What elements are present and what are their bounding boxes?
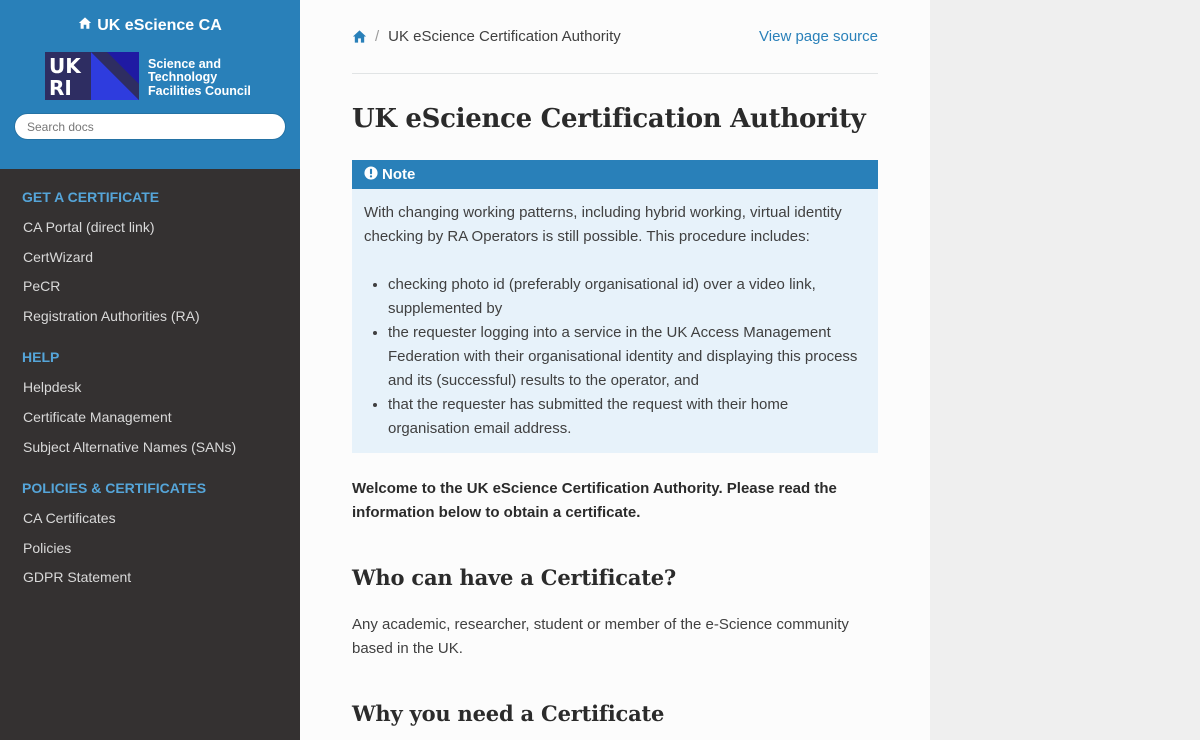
main-content: / UK eScience Certification Authority Vi…	[300, 0, 930, 740]
page-title: UK eScience Certification Authority	[352, 104, 866, 134]
logo-mark-ri: RI	[49, 76, 72, 100]
note-title: Note	[382, 166, 416, 183]
sidebar-item-ca-certificates[interactable]: CA Certificates	[0, 504, 300, 534]
site-title-link[interactable]: UK eScience CA	[78, 16, 222, 35]
intro-paragraph: Welcome to the UK eScience Certification…	[352, 480, 837, 521]
sidebar: UK eScience CA UK RI Science and Technol…	[0, 0, 300, 740]
ukri-stfc-logo[interactable]: UK RI Science and Technology Facilities …	[0, 50, 300, 100]
exclamation-circle-icon	[364, 165, 378, 184]
view-page-source-link[interactable]: View page source	[759, 28, 878, 45]
sidebar-navigation: GET A CERTIFICATE CA Portal (direct link…	[0, 169, 300, 593]
note-header: Note	[352, 160, 878, 189]
nav-group-policies: POLICIES & CERTIFICATES CA Certificates …	[0, 478, 300, 593]
home-icon	[78, 16, 92, 35]
site-title: UK eScience CA	[97, 16, 222, 34]
section-heading-who-can-have: Who can have a Certificate?	[352, 565, 676, 590]
sidebar-item-policies[interactable]: Policies	[0, 534, 300, 564]
search-input[interactable]	[14, 113, 286, 140]
sidebar-item-gdpr-statement[interactable]: GDPR Statement	[0, 563, 300, 593]
list-item: that the requester has submitted the req…	[388, 393, 866, 441]
sidebar-item-ca-portal[interactable]: CA Portal (direct link)	[0, 213, 300, 243]
section-heading-why-you-need: Why you need a Certificate	[352, 701, 665, 726]
list-item: checking photo id (preferably organisati…	[388, 273, 866, 321]
note-admonition: Note With changing working patterns, inc…	[352, 160, 878, 453]
home-icon[interactable]	[352, 29, 367, 44]
breadcrumb-separator: /	[375, 27, 380, 45]
note-text: With changing working patterns, includin…	[364, 204, 842, 245]
nav-group-get-certificate: GET A CERTIFICATE CA Portal (direct link…	[0, 187, 300, 331]
section-paragraph: Any academic, researcher, student or mem…	[352, 616, 849, 657]
document-body: / UK eScience Certification Authority Vi…	[352, 0, 878, 729]
list-item: the requester logging into a service in …	[388, 321, 866, 393]
sidebar-item-certificate-management[interactable]: Certificate Management	[0, 403, 300, 433]
note-body: With changing working patterns, includin…	[352, 189, 878, 453]
sidebar-item-registration-authorities[interactable]: Registration Authorities (RA)	[0, 302, 300, 332]
sidebar-item-sans[interactable]: Subject Alternative Names (SANs)	[0, 433, 300, 463]
logo-text-line-3: Facilities Council	[148, 84, 251, 98]
sidebar-item-pecr[interactable]: PeCR	[0, 272, 300, 302]
note-bullet-list: checking photo id (preferably organisati…	[364, 273, 866, 441]
sidebar-item-certwizard[interactable]: CertWizard	[0, 243, 300, 273]
search-form	[0, 113, 300, 140]
logo-mark-uk: UK	[49, 54, 82, 78]
nav-caption: POLICIES & CERTIFICATES	[22, 480, 207, 497]
logo-text-line-1: Science and	[148, 57, 221, 71]
sidebar-item-helpdesk[interactable]: Helpdesk	[0, 373, 300, 403]
nav-caption: HELP	[22, 349, 60, 366]
nav-group-help: HELP Helpdesk Certificate Management Sub…	[0, 347, 300, 462]
nav-caption: GET A CERTIFICATE	[22, 189, 160, 205]
logo-text-line-2: Technology	[148, 70, 217, 84]
sidebar-header: UK eScience CA UK RI Science and Technol…	[0, 0, 300, 169]
breadcrumb-current: UK eScience Certification Authority	[388, 27, 621, 45]
breadcrumb: / UK eScience Certification Authority Vi…	[352, 0, 878, 74]
